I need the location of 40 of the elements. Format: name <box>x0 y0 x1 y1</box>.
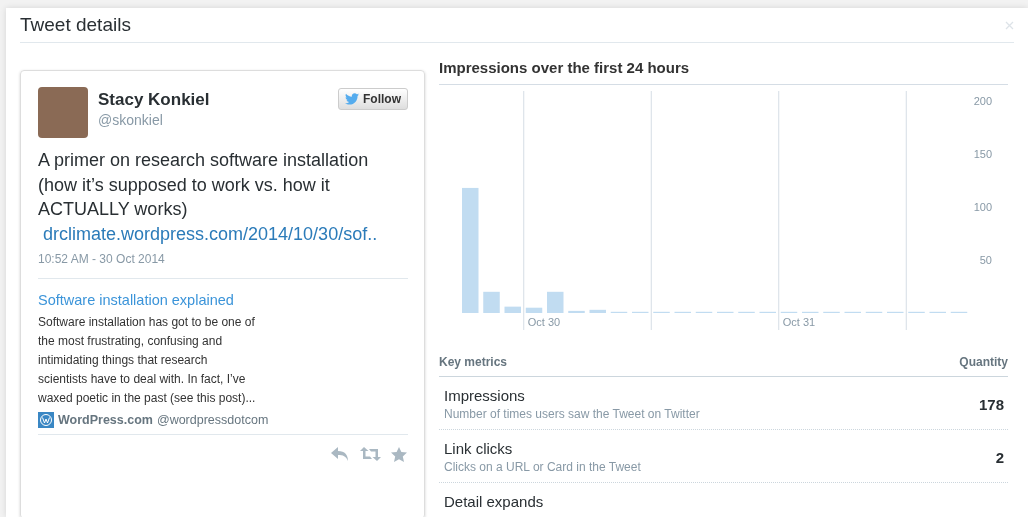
card-site-handle[interactable]: @wordpressdotcom <box>156 412 269 427</box>
card-description: Software installation has got to be one of the most frustrating, confusing and intimidating things that research scientists have to deal with. In fact, I’ve waxed poetic in the past (see this post)... <box>38 313 257 407</box>
star-icon[interactable] <box>391 446 407 462</box>
retweet-icon[interactable] <box>360 446 381 461</box>
impressions-bar <box>547 291 564 313</box>
close-icon[interactable] <box>1005 20 1014 30</box>
chart-title: Impressions over the first 24 hours <box>439 59 1008 85</box>
impressions-bar <box>568 310 585 313</box>
metric-description: Number of times users saw the Tweet on Twitter <box>444 407 700 421</box>
card-title-link[interactable]: Software installation explained <box>38 291 408 308</box>
impressions-bar <box>504 306 521 313</box>
metric-quantity: 2 <box>995 448 1004 466</box>
column-header: Key metrics <box>439 355 508 369</box>
dialog-title: Tweet details <box>20 14 131 36</box>
x-axis-label: Oct 30 <box>527 316 561 328</box>
metric-quantity: 178 <box>978 395 1004 413</box>
impressions-bar <box>483 291 500 313</box>
metric-name: Link clicks <box>444 440 514 457</box>
y-axis-label: 150 <box>973 148 992 160</box>
y-axis-label: 100 <box>973 201 992 213</box>
metric-name: Impressions <box>444 387 526 404</box>
impressions-bar <box>589 309 606 313</box>
author-handle[interactable]: @skonkiel <box>98 112 328 128</box>
author-name[interactable]: Stacy Konkiel <box>98 90 328 110</box>
metric-description: Clicks on a URL or Card in the Tweet <box>444 460 641 474</box>
tweet-text: A primer on research software installation (how it’s supposed to work vs. how it ACTUALLY works) <box>38 149 370 221</box>
y-axis-label: 200 <box>973 95 992 107</box>
y-axis-label: 50 <box>979 254 992 266</box>
reply-arrow-icon[interactable] <box>331 446 350 461</box>
bird-icon <box>345 93 359 105</box>
tweet-link[interactable]: drclimate.wordpress.com/2014/10/30/sof.. <box>43 221 408 246</box>
wordpress-logo-icon <box>38 411 54 428</box>
avatar-photo-placeholder <box>38 87 88 138</box>
impressions-bar <box>525 307 543 313</box>
tweet-timestamp[interactable]: 10:52 AM - 30 Oct 2014 <box>38 251 408 279</box>
follow-button[interactable]: Follow <box>338 88 408 110</box>
card-site-name[interactable]: WordPress.com <box>58 412 153 427</box>
metric-name: Detail expands <box>444 493 544 510</box>
column-header: Quantity <box>959 355 1008 369</box>
x-axis-label: Oct 31 <box>782 316 816 328</box>
